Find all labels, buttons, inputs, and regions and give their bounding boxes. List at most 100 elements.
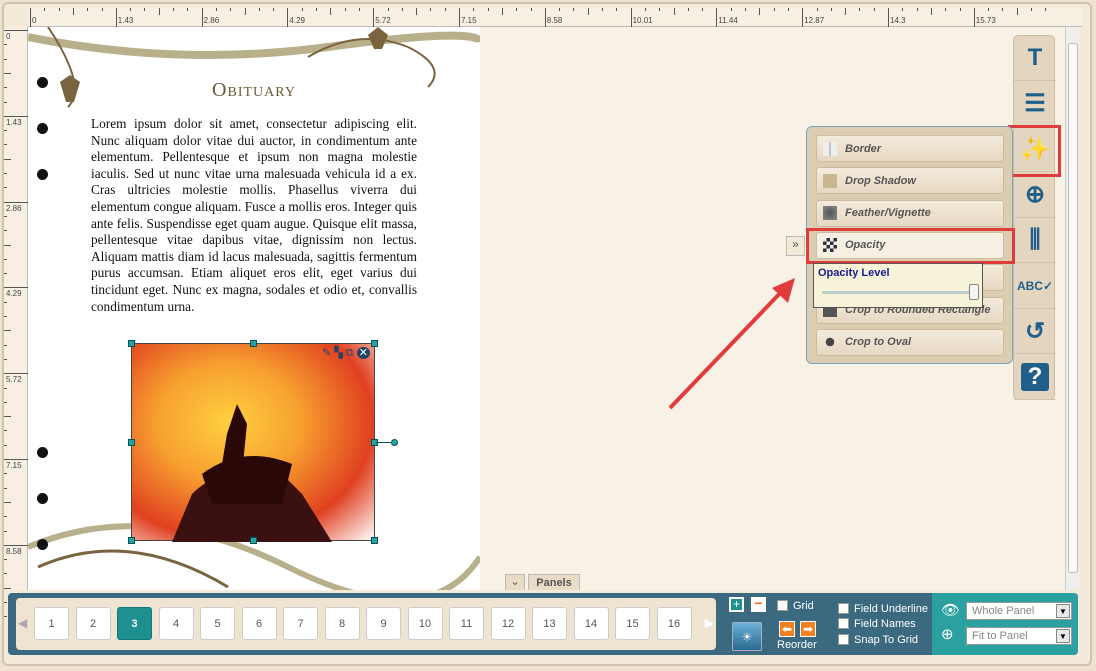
ruler-tick bbox=[4, 30, 28, 31]
ruler-tick bbox=[687, 8, 689, 11]
page-thumb-16[interactable]: 16 bbox=[656, 607, 692, 640]
ruler-label: 4.29 bbox=[289, 16, 305, 25]
align-icon[interactable]: ☰ bbox=[1014, 82, 1056, 127]
rotate-handle[interactable] bbox=[391, 439, 398, 446]
effect-crop-to-oval-button[interactable]: Crop to Oval bbox=[816, 328, 1004, 356]
highlight-box bbox=[806, 228, 1015, 264]
effect-drop-shadow-button[interactable]: Drop Shadow bbox=[816, 167, 1004, 195]
view-controls: 👁 Whole Panel ▼ ⊕ Fit to Panel ▼ bbox=[932, 593, 1078, 655]
ruler-tick bbox=[4, 559, 7, 561]
page-thumb-13[interactable]: 13 bbox=[532, 607, 567, 640]
ruler-tick bbox=[1031, 8, 1032, 11]
ruler-tick bbox=[630, 8, 632, 27]
page-thumb-12[interactable]: 12 bbox=[490, 607, 526, 640]
highlight-box bbox=[1008, 125, 1061, 177]
panels-tab[interactable]: Panels bbox=[528, 574, 580, 590]
bullet-dot bbox=[37, 169, 48, 180]
resize-handle[interactable] bbox=[128, 537, 135, 544]
collapse-panel-icon[interactable]: » bbox=[786, 236, 805, 256]
resize-handle[interactable] bbox=[371, 340, 378, 347]
page-thumb-8[interactable]: 8 bbox=[324, 607, 360, 640]
help-icon[interactable]: ? bbox=[1014, 355, 1056, 400]
ruler-tick bbox=[4, 487, 7, 489]
scroll-thumb[interactable] bbox=[1068, 43, 1078, 573]
ruler-tick bbox=[187, 8, 189, 11]
snap-to-grid-label: Snap To Grid bbox=[854, 634, 919, 646]
effect-feather-vignette-button[interactable]: Feather/Vignette bbox=[816, 199, 1004, 227]
grid-checkbox[interactable] bbox=[777, 600, 788, 611]
opacity-slider-handle[interactable] bbox=[969, 284, 979, 300]
ruler-tick bbox=[4, 473, 7, 475]
undo-icon[interactable]: ↺ bbox=[1014, 309, 1056, 354]
photo-edit-tools[interactable]: ✎ ▚ ⧉ ✕ bbox=[322, 346, 370, 360]
panels-expand-icon[interactable]: ⌄ bbox=[505, 574, 525, 590]
add-page-button[interactable]: + bbox=[729, 597, 744, 612]
ruler-tick bbox=[115, 8, 117, 27]
view-select[interactable]: Whole Panel ▼ bbox=[966, 602, 1072, 620]
field-names-checkbox[interactable] bbox=[838, 618, 849, 629]
ruler-tick bbox=[501, 8, 503, 15]
ruler-tick bbox=[573, 8, 575, 11]
dropdown-arrow-icon[interactable]: ▼ bbox=[1056, 604, 1070, 618]
page-thumb-11[interactable]: 11 bbox=[449, 607, 484, 640]
page-title[interactable]: Obituary bbox=[28, 79, 480, 102]
field-underline-checkbox[interactable] bbox=[838, 603, 849, 614]
add-icon[interactable]: ⊕ bbox=[1014, 173, 1056, 218]
opacity-slider-track[interactable] bbox=[822, 291, 976, 294]
remove-page-button[interactable]: − bbox=[751, 596, 766, 612]
ruler-tick bbox=[4, 544, 28, 546]
ruler-tick bbox=[430, 8, 432, 11]
ruler-tick bbox=[516, 8, 518, 11]
close-icon[interactable]: ✕ bbox=[356, 347, 370, 359]
reorder-left-button[interactable]: ⬅ bbox=[779, 621, 795, 637]
page-thumb-10[interactable]: 10 bbox=[407, 607, 443, 640]
annotation-arrow bbox=[668, 278, 795, 410]
ruler-label: 8.58 bbox=[546, 16, 563, 25]
selected-photo[interactable]: ✎ ▚ ⧉ ✕ bbox=[128, 340, 398, 544]
ruler-tick bbox=[873, 8, 875, 11]
zoom-select-value: Fit to Panel bbox=[972, 630, 1028, 642]
resize-handle[interactable] bbox=[250, 340, 257, 347]
page-thumb-14[interactable]: 14 bbox=[573, 607, 609, 640]
page-thumb-6[interactable]: 6 bbox=[241, 607, 277, 640]
ruler-label: 11.44 bbox=[718, 16, 738, 25]
zoom-select[interactable]: Fit to Panel ▼ bbox=[966, 627, 1072, 645]
ruler-tick bbox=[4, 316, 7, 317]
page-thumb-1[interactable]: 1 bbox=[34, 607, 69, 640]
body-text[interactable]: Lorem ipsum dolor sit amet, consectetur … bbox=[91, 116, 417, 315]
dropdown-arrow-icon[interactable]: ▼ bbox=[1056, 629, 1070, 643]
distribute-icon[interactable]: ⫼ bbox=[1014, 218, 1056, 263]
snap-to-grid-checkbox[interactable] bbox=[838, 634, 849, 645]
ruler-tick bbox=[473, 8, 475, 11]
resize-handle[interactable] bbox=[250, 537, 257, 544]
scroll-right-icon[interactable]: ▶ bbox=[705, 616, 714, 630]
resize-handle[interactable] bbox=[371, 537, 378, 544]
ruler-label: 7.15 bbox=[6, 461, 22, 470]
reorder-right-button[interactable]: ➡ bbox=[800, 621, 816, 637]
ruler-tick bbox=[44, 8, 46, 11]
ruler-tick bbox=[4, 173, 7, 174]
resize-handle[interactable] bbox=[128, 340, 135, 347]
resize-handle[interactable] bbox=[128, 439, 135, 446]
text-icon[interactable]: T bbox=[1014, 36, 1056, 81]
vertical-scrollbar[interactable] bbox=[1065, 27, 1079, 590]
page-thumb-15[interactable]: 15 bbox=[615, 607, 650, 640]
page-thumb-2[interactable]: 2 bbox=[75, 607, 111, 640]
page-thumb-9[interactable]: 9 bbox=[366, 607, 401, 640]
page-thumb-3[interactable]: 3 bbox=[117, 607, 152, 640]
ruler-tick bbox=[616, 8, 618, 11]
background-button[interactable]: ☀ bbox=[732, 622, 762, 651]
ruler-tick bbox=[559, 8, 561, 11]
page-thumb-7[interactable]: 7 bbox=[283, 607, 318, 640]
page-thumb-4[interactable]: 4 bbox=[158, 607, 194, 640]
page-thumb-5[interactable]: 5 bbox=[200, 607, 235, 640]
ruler-label: 7.15 bbox=[461, 16, 477, 25]
bullet-dot bbox=[37, 539, 48, 550]
ruler-tick bbox=[487, 8, 489, 11]
scroll-left-icon[interactable]: ◀ bbox=[18, 616, 27, 630]
effect-border-button[interactable]: Border bbox=[816, 135, 1004, 162]
ruler-tick bbox=[945, 8, 947, 11]
ruler-tick bbox=[4, 87, 7, 89]
ruler-tick bbox=[716, 8, 718, 27]
spellcheck-icon[interactable]: ABC✓ bbox=[1014, 264, 1056, 309]
